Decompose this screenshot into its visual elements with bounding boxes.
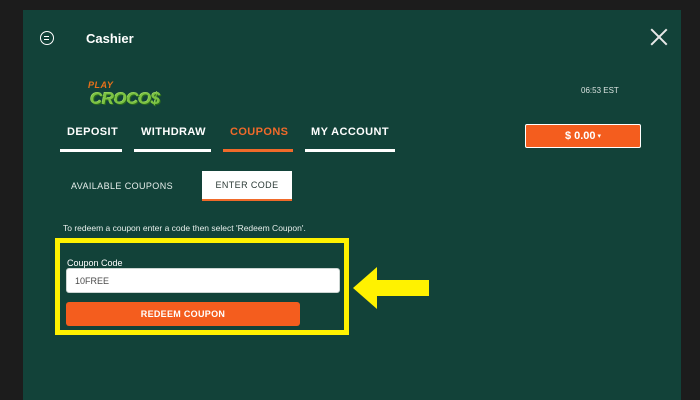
highlight-box xyxy=(55,238,349,335)
balance-dropdown[interactable]: $ 0.00 ▾ xyxy=(525,124,641,148)
chevron-down-icon: ▾ xyxy=(597,133,602,140)
coupon-instructions: To redeem a coupon enter a code then sel… xyxy=(63,223,306,233)
cashier-modal: Cashier PLAY CROCO$ 06:53 EST DEPOSIT WI… xyxy=(23,10,681,400)
clock-time: 06:53 EST xyxy=(581,86,619,95)
menu-circle-icon[interactable] xyxy=(40,31,54,45)
subtab-available-coupons[interactable]: AVAILABLE COUPONS xyxy=(60,171,184,201)
balance-amount: $ 0.00 xyxy=(564,130,596,142)
playcrocos-logo: PLAY CROCO$ xyxy=(88,80,160,108)
subtab-enter-code[interactable]: ENTER CODE xyxy=(202,171,292,201)
close-icon[interactable] xyxy=(650,28,668,46)
pointer-arrow-icon xyxy=(353,267,429,309)
modal-title: Cashier xyxy=(86,31,134,46)
